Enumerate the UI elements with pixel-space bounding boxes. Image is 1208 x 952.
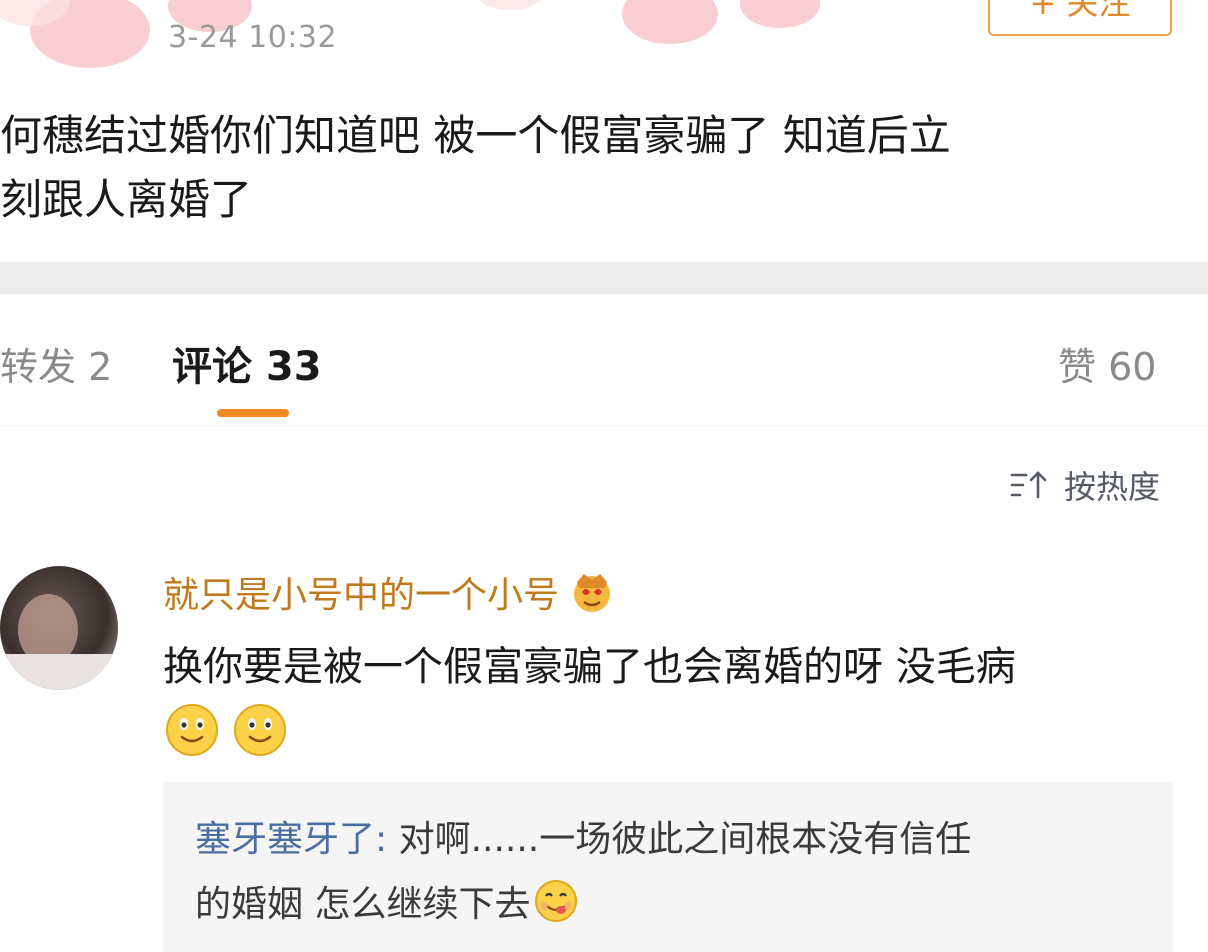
tab-likes[interactable]: 赞 60 [1058, 336, 1156, 391]
post-body: 何穗结过婚你们知道吧 被一个假富豪骗了 知道后立 刻跟人离婚了 [0, 104, 1180, 232]
comment-text: 换你要是被一个假富豪骗了也会离婚的呀 没毛病 [163, 644, 1016, 690]
comment-author-row: 就只是小号中的一个小号 [163, 566, 615, 618]
post-timestamp: 3-24 10:32 [168, 20, 338, 55]
avatar[interactable] [0, 566, 118, 690]
active-tab-indicator [217, 409, 289, 417]
crown-emoji-icon [574, 574, 611, 612]
reply-author-name[interactable]: 塞牙塞牙了: [195, 819, 387, 860]
reply-line: 塞牙塞牙了: 对啊......一场彼此之间根本没有信任 [195, 810, 971, 862]
sort-label: 按热度 [1064, 468, 1161, 506]
yum-emoji-icon [535, 880, 578, 922]
follow-button[interactable]: + 关注 [988, 0, 1172, 36]
tabs-separator [0, 425, 1208, 426]
sort-icon [1010, 471, 1047, 499]
smile-emoji-icon [234, 704, 286, 756]
tab-repost[interactable]: 转发 2 [0, 336, 112, 391]
tab-comments[interactable]: 评论 33 [172, 334, 322, 392]
post-text-line: 刻跟人离婚了 [0, 175, 253, 224]
comment-emojis [165, 703, 287, 757]
comment-author-name[interactable]: 就只是小号中的一个小号 [163, 566, 559, 618]
reply-line: 的婚姻 怎么继续下去 [195, 875, 578, 927]
post-text-line: 何穗结过婚你们知道吧 被一个假富豪骗了 知道后立 [0, 111, 951, 160]
sort-by-hot-button[interactable]: 按热度 [1010, 462, 1160, 508]
hearts-decoration [0, 0, 820, 68]
reply-text: 对啊......一场彼此之间根本没有信任 [387, 819, 972, 860]
section-divider [0, 262, 1208, 294]
reply-text: 的婚姻 怎么继续下去 [195, 884, 531, 925]
smile-emoji-icon [166, 704, 218, 756]
